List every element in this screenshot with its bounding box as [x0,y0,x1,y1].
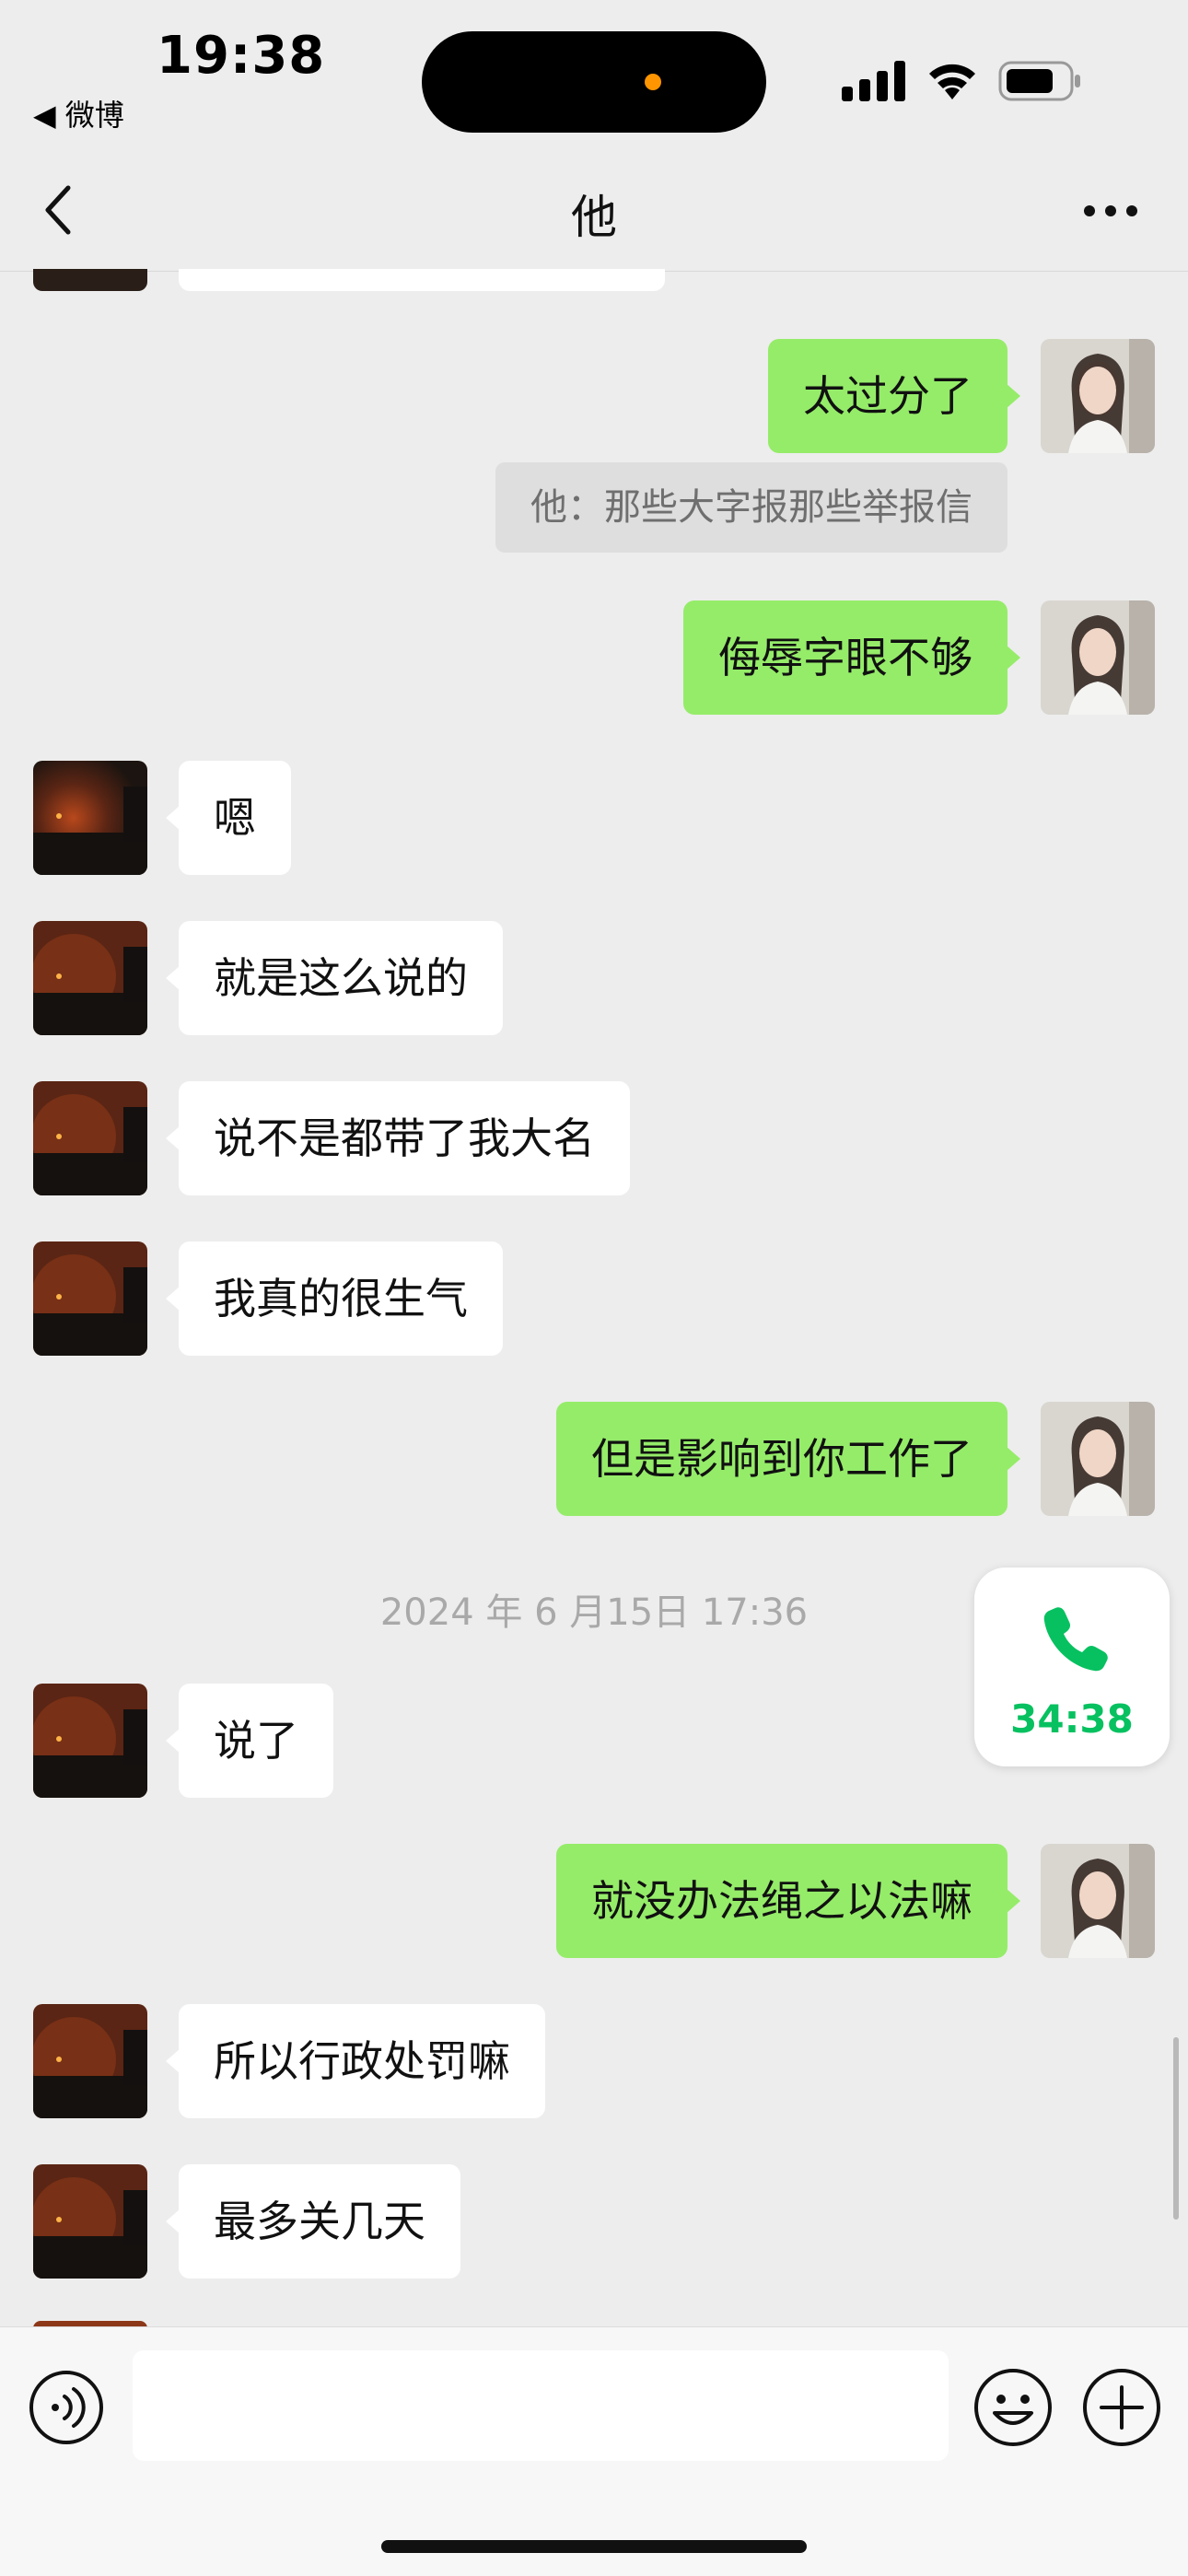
received-message[interactable]: 嗯 [166,761,291,875]
contact-avatar[interactable] [33,1684,147,1798]
sent-message[interactable]: 太过分了 [768,339,1020,453]
contact-avatar[interactable] [33,1081,147,1195]
contact-avatar[interactable] [33,2164,147,2279]
plus-icon[interactable] [1081,2367,1162,2448]
received-message[interactable]: 所以行政处罚嘛 [166,2004,545,2118]
my-avatar[interactable] [1041,600,1155,715]
emoji-icon[interactable] [973,2367,1054,2448]
dynamic-island [422,31,766,133]
received-message[interactable]: 就是这么说的 [166,921,503,1035]
received-message[interactable]: 我真的很生气 [166,1241,503,1356]
received-message[interactable]: 说不是都带了我大名 [166,1081,630,1195]
sent-message[interactable]: 侮辱字眼不够 [683,600,1020,715]
contact-avatar[interactable] [33,761,147,875]
home-indicator[interactable] [381,2540,807,2553]
sent-message[interactable]: 但是影响到你工作了 [556,1402,1020,1516]
quoted-message[interactable]: 他：那些大字报那些举报信 [495,462,1007,553]
sent-message[interactable]: 就没办法绳之以法嘛 [556,1844,1020,1958]
status-time: 19:38 [157,26,326,86]
my-avatar[interactable] [1041,1844,1155,1958]
received-message[interactable]: 说了 [166,1684,333,1798]
chat-title: 他 [571,191,617,244]
phone-icon [1043,1607,1108,1672]
more-options-icon[interactable] [1083,204,1138,217]
battery-icon [998,61,1080,101]
avatar-partial [33,269,147,291]
my-avatar[interactable] [1041,339,1155,453]
call-duration: 34:38 [1010,1696,1134,1742]
scroll-indicator[interactable] [1173,2037,1179,2220]
message-bubble-partial [179,269,665,291]
contact-avatar[interactable] [33,1241,147,1356]
cellular-signal-icon [842,61,905,101]
contact-avatar[interactable] [33,2004,147,2118]
privacy-indicator-dot [645,74,661,90]
contact-avatar[interactable] [33,921,147,1035]
my-avatar[interactable] [1041,1402,1155,1516]
voice-input-icon[interactable] [28,2369,105,2446]
received-message[interactable]: 最多关几天 [166,2164,460,2279]
wifi-icon [929,64,975,99]
back-to-app-link[interactable]: ◀ 微博 [33,92,124,134]
message-input[interactable] [133,2350,949,2461]
